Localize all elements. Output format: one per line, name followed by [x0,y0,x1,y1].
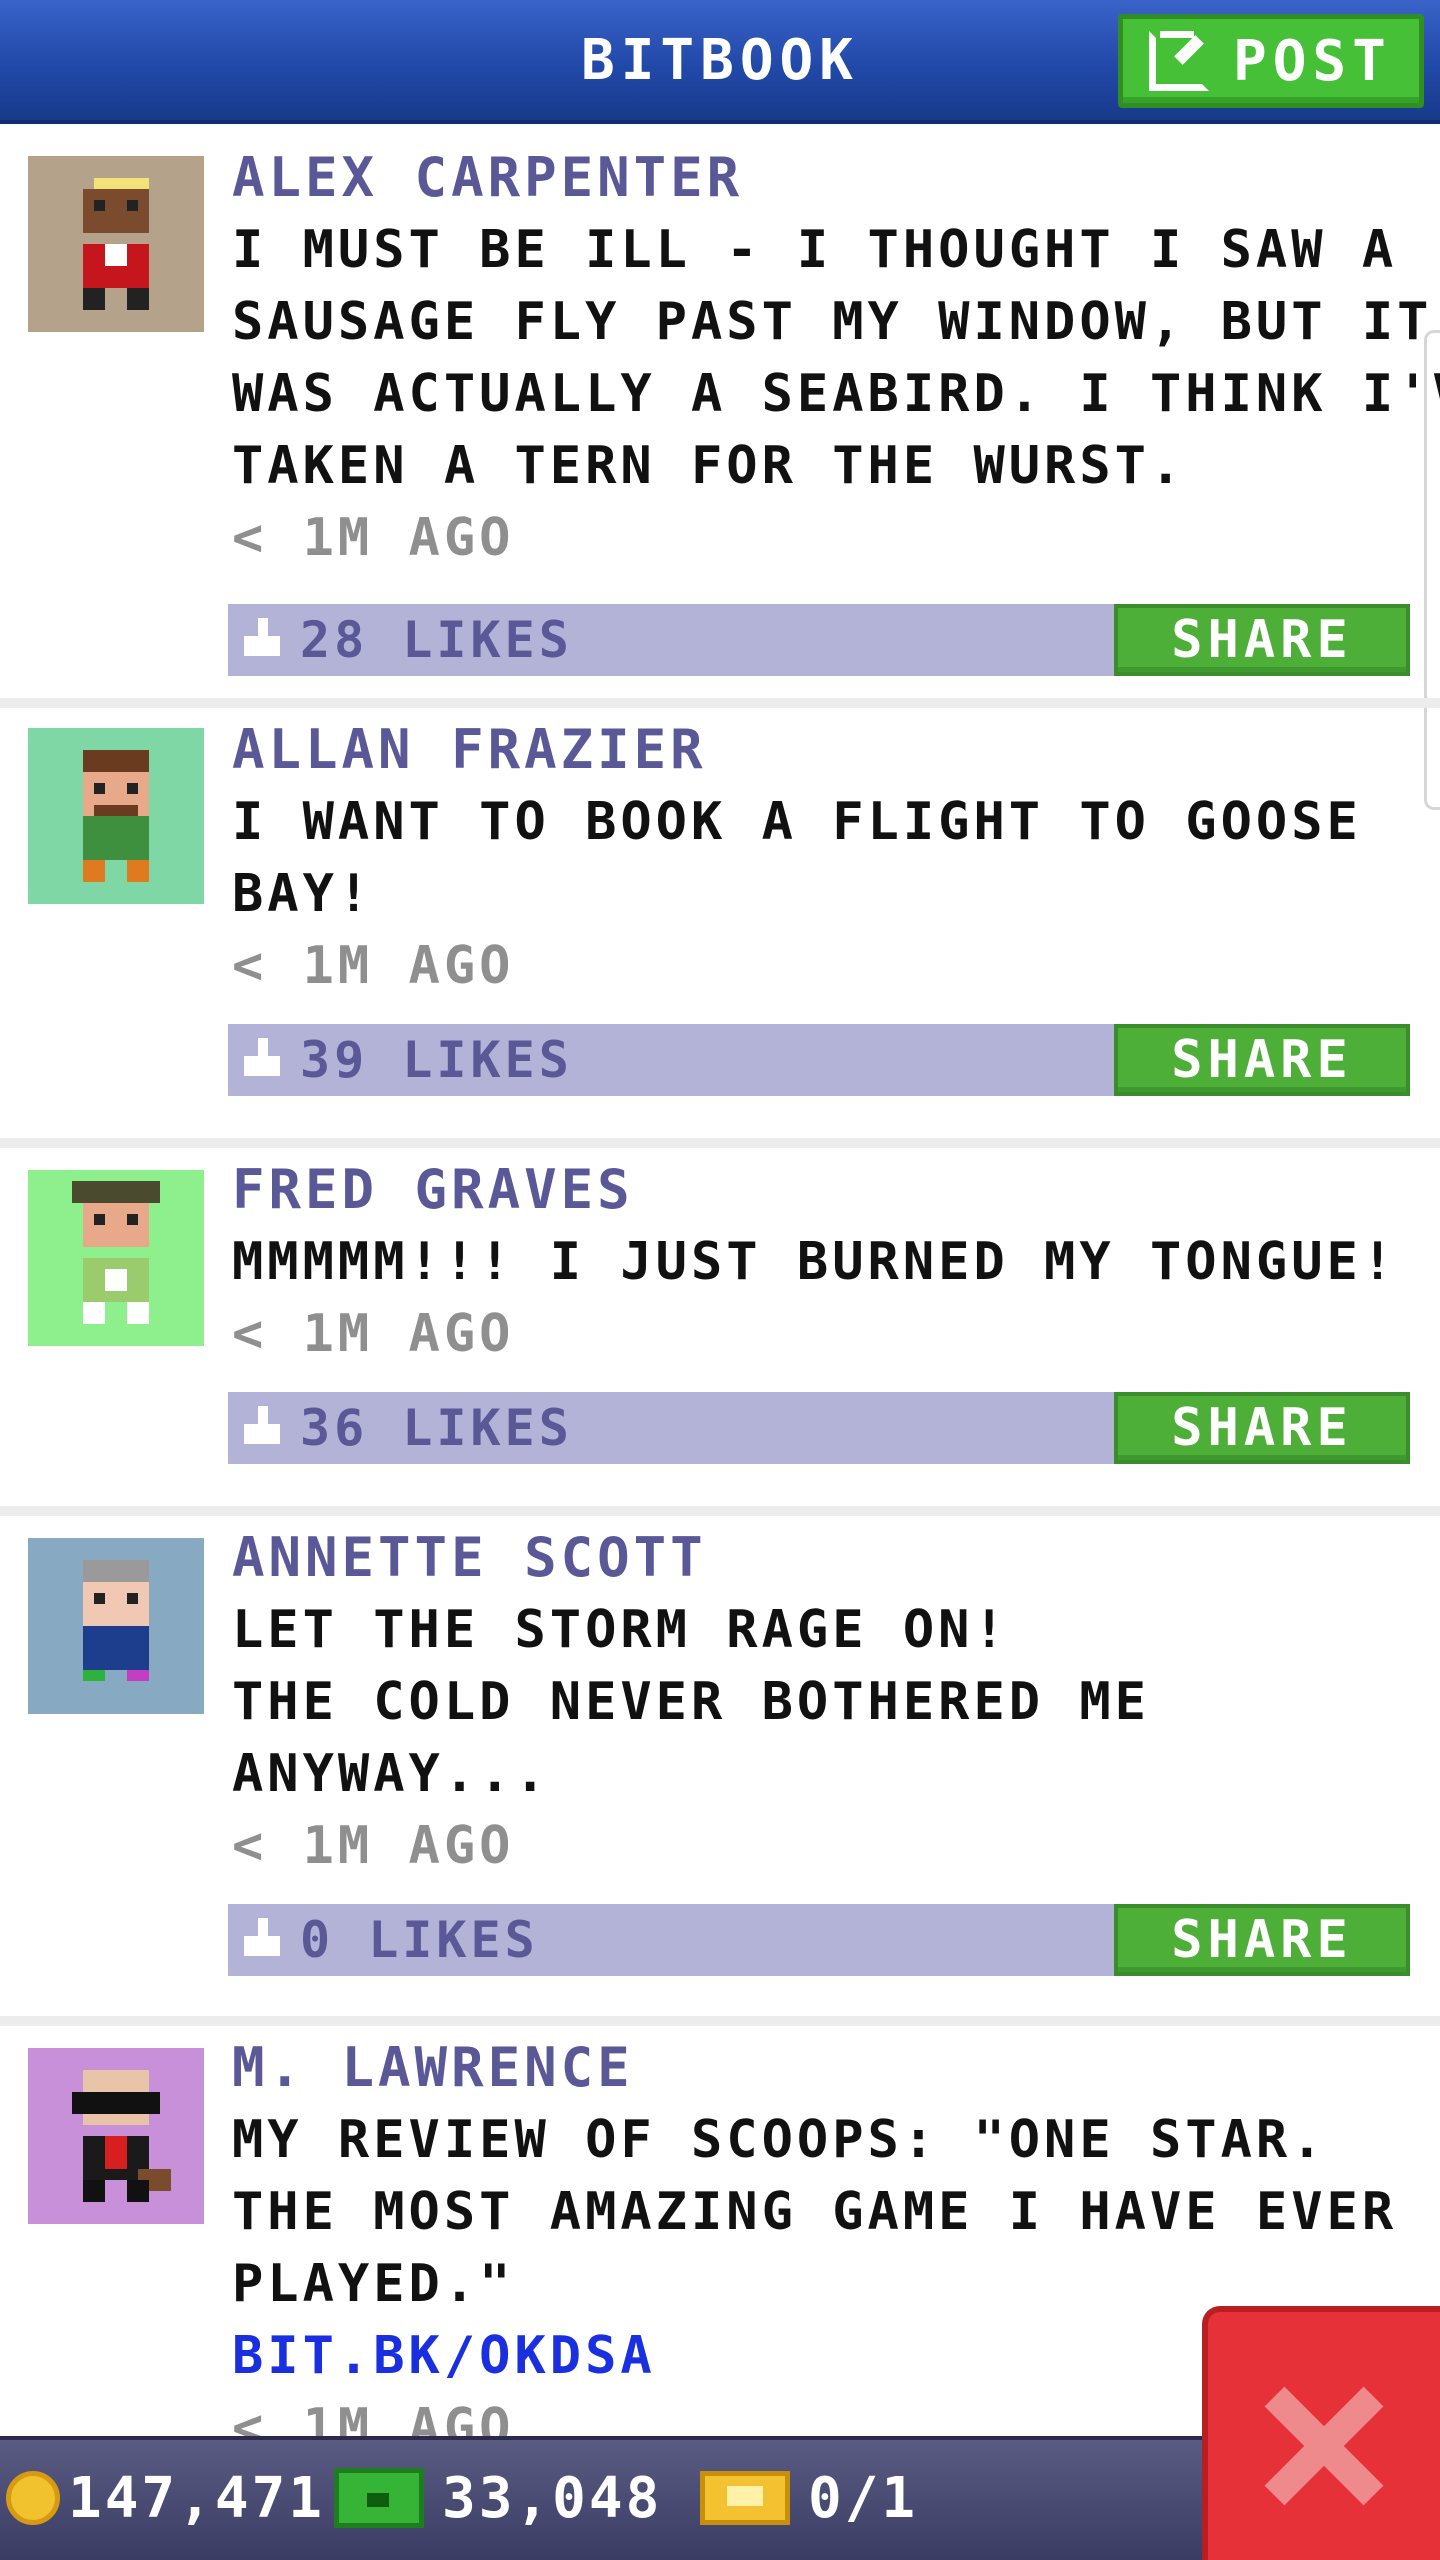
post-timestamp: < 1M AGO [232,1816,515,1876]
coins-stat: 147,471 [6,2462,325,2534]
edit-icon [1149,31,1209,91]
post-button-label: POST [1233,28,1392,94]
avatar[interactable] [28,1170,204,1346]
likes-count: 28 LIKES [300,611,573,669]
bux-count: 33,048 [442,2465,663,2531]
share-button[interactable]: SHARE [1114,604,1410,676]
thumbs-up-icon [244,1038,280,1078]
likes-count: 39 LIKES [300,1031,573,1089]
likes-count: 0 LIKES [300,1911,539,1969]
share-button[interactable]: SHARE [1114,1904,1410,1976]
author-name[interactable]: ANNETTE SCOTT [232,1522,1420,1594]
post-card: ALLAN FRAZIER I WANT TO BOOK A FLIGHT TO… [0,708,1440,1148]
bux-icon [334,2468,424,2528]
post-button[interactable]: POST [1118,14,1424,108]
author-name[interactable]: FRED GRAVES [232,1154,1420,1226]
post-timestamp: < 1M AGO [232,508,515,568]
post-card: FRED GRAVES MMMMM!!! I JUST BURNED MY TO… [0,1148,1440,1516]
post-message: MY REVIEW OF SCOOPS: "ONE STAR. THE MOST… [232,2110,1398,2314]
post-card: ALEX CARPENTER I MUST BE ILL - I THOUGHT… [0,128,1440,708]
feed: ALEX CARPENTER I MUST BE ILL - I THOUGHT… [0,128,1440,2486]
like-button[interactable]: 28 LIKES [244,611,573,669]
author-name[interactable]: ALEX CARPENTER [232,142,1420,214]
post-card: ANNETTE SCOTT LET THE STORM RAGE ON! THE… [0,1516,1440,2026]
post-message: I MUST BE ILL - I THOUGHT I SAW A SAUSAG… [232,220,1440,496]
post-message: MMMMM!!! I JUST BURNED MY TONGUE! [232,1232,1398,1292]
vip-ticket-icon [700,2471,790,2525]
post-message: LET THE STORM RAGE ON! THE COLD NEVER BO… [232,1600,1150,1804]
likes-bar: 39 LIKES SHARE [228,1024,1410,1096]
like-button[interactable]: 36 LIKES [244,1399,573,1457]
post-timestamp: < 1M AGO [232,1304,515,1364]
thumbs-up-icon [244,1918,280,1958]
app-header: BITBOOK POST [0,0,1440,124]
bux-stat: 33,048 [334,2462,662,2534]
share-button[interactable]: SHARE [1114,1392,1410,1464]
tickets-count: 0/1 [808,2465,919,2531]
likes-count: 36 LIKES [300,1399,573,1457]
avatar[interactable] [28,728,204,904]
like-button[interactable]: 39 LIKES [244,1031,573,1089]
avatar[interactable] [28,1538,204,1714]
likes-bar: 36 LIKES SHARE [228,1392,1410,1464]
coins-count: 147,471 [68,2465,326,2531]
post-timestamp: < 1M AGO [232,936,515,996]
post-message: I WANT TO BOOK A FLIGHT TO GOOSE BAY! [232,792,1362,924]
share-button[interactable]: SHARE [1114,1024,1410,1096]
like-button[interactable]: 0 LIKES [244,1911,539,1969]
coin-icon [6,2471,60,2525]
tickets-stat: 0/1 [700,2462,918,2534]
likes-bar: 28 LIKES SHARE [228,604,1410,676]
avatar[interactable] [28,156,204,332]
close-icon [1264,2386,1384,2506]
author-name[interactable]: ALLAN FRAZIER [232,714,1420,786]
likes-bar: 0 LIKES SHARE [228,1904,1410,1976]
close-button[interactable] [1202,2306,1440,2560]
avatar[interactable] [28,2048,204,2224]
author-name[interactable]: M. LAWRENCE [232,2032,1420,2104]
thumbs-up-icon [244,1406,280,1446]
thumbs-up-icon [244,618,280,658]
